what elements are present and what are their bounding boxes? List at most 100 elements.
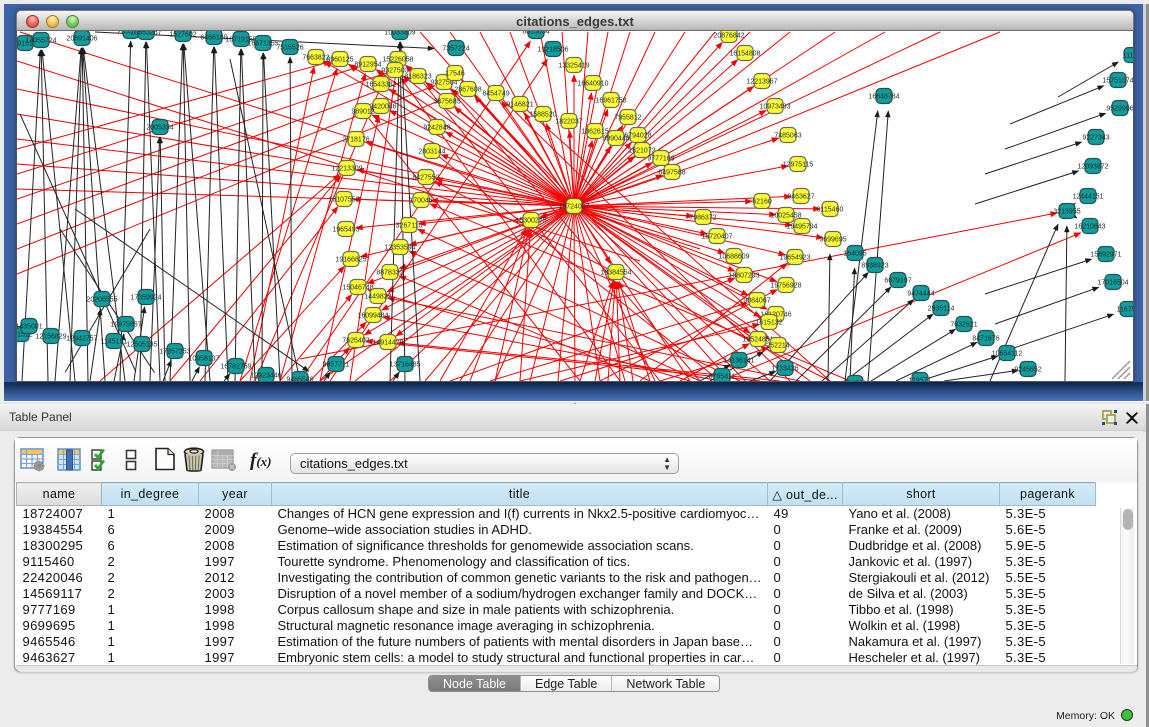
svg-text:3215955: 3215955 <box>1053 209 1080 216</box>
svg-text:10958137: 10958137 <box>188 356 219 363</box>
svg-text:18807293: 18807293 <box>728 273 759 280</box>
svg-text:12213309: 12213309 <box>331 166 362 173</box>
svg-text:8471676: 8471676 <box>972 336 999 343</box>
svg-text:8427552: 8427552 <box>412 175 439 182</box>
svg-text:1621072: 1621072 <box>628 148 655 155</box>
svg-text:9465546: 9465546 <box>286 377 313 382</box>
svg-text:12156829: 12156829 <box>35 334 66 341</box>
svg-text:20206555: 20206555 <box>86 297 117 304</box>
svg-text:17016504: 17016504 <box>1097 280 1128 287</box>
svg-text:1615132: 1615132 <box>755 320 782 327</box>
svg-text:10973493: 10973493 <box>759 104 790 111</box>
svg-text:15751074: 15751074 <box>1102 78 1133 85</box>
svg-text:16210643: 16210643 <box>1074 224 1105 231</box>
svg-text:10033809: 10033809 <box>384 31 415 37</box>
svg-text:1449822: 1449822 <box>364 294 391 301</box>
svg-text:7625402: 7625402 <box>342 338 369 345</box>
svg-text:170046: 170046 <box>409 198 432 205</box>
svg-text:6466160: 6466160 <box>200 35 227 42</box>
svg-text:7357224: 7357224 <box>442 46 469 53</box>
svg-text:9777169: 9777169 <box>647 156 674 163</box>
svg-text:7986372: 7986372 <box>689 215 716 222</box>
svg-text:1822037: 1822037 <box>555 119 582 126</box>
svg-text:8813054: 8813054 <box>522 31 549 36</box>
svg-text:164095: 164095 <box>843 251 866 258</box>
svg-text:19975857: 19975857 <box>110 322 141 329</box>
svg-text:9474444: 9474444 <box>907 291 934 298</box>
svg-text:1527602: 1527602 <box>169 32 196 39</box>
svg-text:3875685: 3875685 <box>433 99 460 106</box>
svg-text:9857711: 9857711 <box>323 362 350 369</box>
svg-text:9084067: 9084067 <box>743 298 770 305</box>
svg-text:8938923: 8938923 <box>861 263 888 270</box>
svg-text:7515526: 7515526 <box>276 45 303 52</box>
svg-text:7632621: 7632621 <box>950 322 977 329</box>
svg-text:9699695: 9699695 <box>819 237 846 244</box>
svg-text:8186323: 8186323 <box>404 74 431 81</box>
svg-text:20876842: 20876842 <box>713 33 744 40</box>
svg-text:16671355: 16671355 <box>247 41 278 48</box>
svg-text:12444151: 12444151 <box>1072 194 1103 201</box>
svg-text:1965493: 1965493 <box>332 227 359 234</box>
svg-text:15720407: 15720407 <box>701 234 732 241</box>
svg-text:19384554: 19384554 <box>600 270 631 277</box>
svg-text:9227343: 9227343 <box>1082 135 1109 142</box>
svg-text:18724007: 18724007 <box>558 204 589 211</box>
svg-text:7485063: 7485063 <box>774 133 801 140</box>
svg-text:16648784: 16648784 <box>868 94 899 101</box>
svg-text:8454749: 8454749 <box>482 91 509 98</box>
svg-text:16640910: 16640910 <box>577 81 608 88</box>
svg-text:6497568: 6497568 <box>658 170 685 177</box>
svg-text:19218506: 19218506 <box>537 47 568 54</box>
svg-text:16961758: 16961758 <box>595 98 626 105</box>
svg-text:924561: 924561 <box>843 381 866 382</box>
svg-text:9242848: 9242848 <box>423 125 450 132</box>
svg-text:13716485: 13716485 <box>389 362 420 369</box>
svg-text:13325419: 13325419 <box>558 63 589 70</box>
svg-text:8912954: 8912954 <box>354 62 381 69</box>
svg-text:15300275: 15300275 <box>515 218 546 225</box>
svg-text:2935114: 2935114 <box>928 306 955 313</box>
svg-text:7955812: 7955812 <box>614 115 641 122</box>
svg-text:12353594: 12353594 <box>384 245 415 252</box>
svg-text:9146821: 9146821 <box>506 102 533 109</box>
svg-text:9463627: 9463627 <box>787 194 814 201</box>
svg-text:14914479: 14914479 <box>372 340 403 347</box>
svg-text:989012: 989012 <box>351 109 374 116</box>
svg-text:17546: 17546 <box>445 71 465 78</box>
svg-text:17359924: 17359924 <box>130 295 161 302</box>
svg-text:2803144: 2803144 <box>418 149 445 156</box>
svg-text:2005334: 2005334 <box>146 125 173 132</box>
svg-text:19166825: 19166825 <box>335 257 366 264</box>
svg-text:8878332: 8878332 <box>376 270 403 277</box>
svg-text:119571: 119571 <box>909 378 932 382</box>
svg-text:8960125: 8960125 <box>326 57 353 64</box>
svg-text:16543382: 16543382 <box>365 82 396 89</box>
svg-text:2718176: 2718176 <box>342 137 369 144</box>
svg-text:17957253: 17957253 <box>159 349 190 356</box>
svg-text:6679197: 6679197 <box>884 278 911 285</box>
svg-text:12093872: 12093872 <box>1077 164 1108 171</box>
svg-text:12505135: 12505135 <box>126 342 157 349</box>
svg-text:15046748: 15046748 <box>342 285 373 292</box>
svg-text:19495794: 19495794 <box>786 224 817 231</box>
svg-text:62160: 62160 <box>752 199 772 206</box>
svg-text:16107552: 16107552 <box>328 197 359 204</box>
svg-text:16099484: 16099484 <box>357 313 388 320</box>
svg-text:8795411: 8795411 <box>709 374 736 381</box>
svg-text:14136141: 14136141 <box>723 358 754 365</box>
svg-text:10653267: 10653267 <box>130 31 161 37</box>
svg-text:9115460: 9115460 <box>817 207 844 214</box>
svg-text:116753: 116753 <box>1117 307 1133 314</box>
svg-text:3267110: 3267110 <box>396 223 423 230</box>
svg-text:14055724: 14055724 <box>25 38 56 45</box>
svg-text:1435001: 1435001 <box>17 324 43 331</box>
svg-text:1588520: 1588520 <box>529 112 556 119</box>
svg-text:1362615: 1362615 <box>581 129 608 136</box>
svg-text:2867608: 2867608 <box>454 87 481 94</box>
svg-text:1733426: 1733426 <box>771 366 798 373</box>
svg-text:12975115: 12975115 <box>783 162 814 169</box>
svg-text:10688609: 10688609 <box>718 254 749 261</box>
svg-text:252214: 252214 <box>766 343 789 350</box>
svg-text:19654923: 19654923 <box>779 255 810 262</box>
